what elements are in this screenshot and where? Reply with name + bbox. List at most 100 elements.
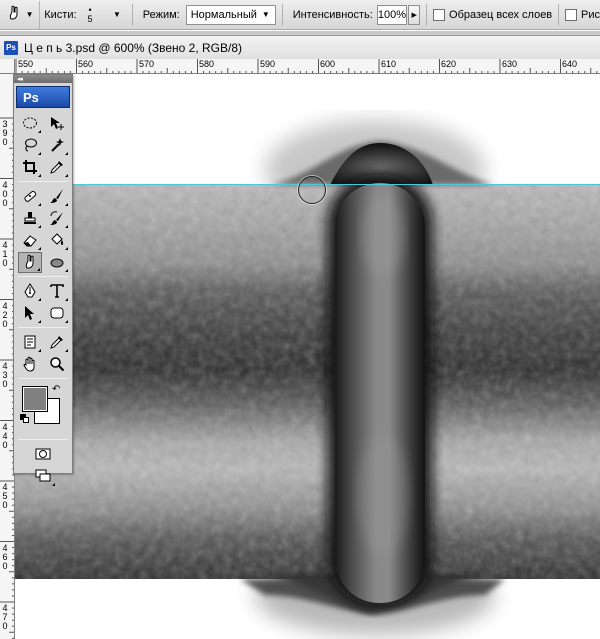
chevron-down-icon: ▼ (113, 10, 121, 19)
brush-preview: • 5 (87, 5, 93, 24)
type-tool[interactable] (45, 281, 69, 302)
finger-painting-option[interactable]: Рис (564, 8, 600, 21)
paintbrush-icon (49, 189, 63, 203)
marquee-tool[interactable] (18, 113, 42, 134)
paint-bucket-tool[interactable] (45, 230, 69, 251)
clone-stamp-tool[interactable] (18, 208, 42, 229)
eyedropper-tool[interactable] (45, 157, 69, 178)
type-t-icon (49, 284, 64, 298)
healing-brush-tool[interactable] (18, 186, 42, 207)
smudge-finger-icon (6, 5, 22, 24)
canvas-image (15, 120, 600, 635)
photoshop-logo[interactable]: Ps (16, 86, 70, 108)
intensity-input[interactable]: 100% (376, 4, 408, 25)
tools-divider (18, 276, 68, 277)
bandage-icon (23, 190, 36, 202)
magic-wand-tool[interactable] (45, 135, 69, 156)
document-canvas[interactable] (15, 75, 600, 639)
tools-divider (18, 327, 68, 328)
intensity-slider-button[interactable]: ▶ (408, 4, 421, 25)
sample-all-layers-option[interactable]: Образец всех слоев (433, 8, 553, 21)
ruler-label: 470 (2, 603, 8, 631)
double-chevron-icon: ◂◂ (17, 76, 23, 83)
hand-icon (22, 356, 34, 372)
ruler-label: 390 (2, 119, 8, 147)
brush-tool[interactable] (45, 186, 69, 207)
brush-picker[interactable]: • 5 ▼ (83, 3, 126, 27)
ruler-label: 400 (2, 180, 8, 208)
screen-mode-icon (35, 469, 51, 482)
hand-tool[interactable] (18, 354, 42, 375)
pen-tool[interactable] (18, 281, 42, 302)
foreground-color-swatch[interactable] (22, 386, 48, 412)
panel-collapse-grip[interactable]: ◂◂ (14, 75, 72, 83)
eraser-icon (22, 235, 37, 247)
path-selection-tool[interactable] (18, 303, 42, 324)
options-divider (281, 3, 283, 26)
smudge-tool[interactable] (17, 251, 42, 273)
sample-all-layers-checkbox[interactable] (433, 8, 446, 21)
brush-cursor-circle (298, 176, 326, 204)
quick-mask-button[interactable] (30, 444, 56, 465)
tools-divider (18, 181, 68, 182)
magic-wand-icon (50, 138, 64, 152)
eyedropper-icon (49, 161, 63, 174)
tool-preset-picker[interactable]: ▼ (0, 0, 41, 29)
chevron-down-icon: ▼ (25, 10, 34, 19)
color-swatches: ↶ (14, 382, 72, 436)
elliptical-marquee-icon (22, 117, 37, 129)
stamp-icon (23, 212, 36, 224)
mode-select[interactable]: Нормальный ▼ (185, 4, 276, 25)
notes-tool[interactable] (18, 332, 42, 353)
finger-painting-label: Рис (580, 8, 600, 21)
document-tab[interactable]: Ps Ц е п ь 3.psd @ 600% (Звено 2, RGB/8) (0, 35, 600, 59)
document-tab-bar: Ps Ц е п ь 3.psd @ 600% (Звено 2, RGB/8) (0, 31, 600, 59)
dodge-tool[interactable] (45, 252, 69, 273)
crop-icon (22, 160, 37, 174)
mode-label: Режим: (142, 8, 180, 21)
mode-select-value: Нормальный (190, 8, 257, 21)
color-sampler-tool[interactable] (45, 332, 69, 353)
crop-tool[interactable] (18, 157, 42, 178)
move-tool[interactable] (45, 113, 69, 134)
document-title: Ц е п ь 3.psd @ 600% (Звено 2, RGB/8) (24, 40, 243, 55)
tools-panel: ◂◂ Ps ↶ (13, 74, 73, 486)
sample-all-layers-label: Образец всех слоев (449, 8, 553, 21)
dodge-icon (50, 258, 63, 268)
horizontal-ruler[interactable]: 550 560 570 580 590 600 610 620 630 640 (15, 59, 600, 74)
options-divider (131, 3, 133, 26)
tools-divider (18, 378, 68, 379)
brush-size-value: 5 (87, 13, 93, 24)
options-bar: ▼ Кисти: • 5 ▼ Режим: Нормальный ▼ Интен… (0, 0, 600, 30)
ruler-label: 460 (2, 543, 8, 571)
shape-tool[interactable] (45, 303, 69, 324)
swap-colors-icon[interactable]: ↶ (52, 384, 60, 395)
ruler-label: 430 (2, 361, 8, 389)
default-colors-icon[interactable] (20, 414, 30, 424)
intensity-label: Интенсивность: (292, 8, 373, 21)
move-arrow-icon (50, 117, 64, 130)
eraser-tool[interactable] (18, 230, 42, 251)
psd-file-icon: Ps (4, 40, 18, 55)
ruler-label: 410 (2, 240, 8, 268)
finger-painting-checkbox[interactable] (564, 8, 577, 21)
lasso-icon (24, 138, 37, 152)
options-divider (426, 3, 428, 26)
magnifier-icon (49, 357, 64, 372)
smudge-finger-icon (25, 254, 33, 269)
zoom-tool[interactable] (45, 354, 69, 375)
history-brush-icon (49, 211, 63, 225)
ruler-label: 420 (2, 301, 8, 329)
rounded-rectangle-icon (50, 307, 63, 319)
chevron-down-icon: ▼ (261, 10, 270, 19)
eyedropper-icon (49, 336, 63, 349)
ruler-origin[interactable] (0, 59, 15, 74)
brushes-label: Кисти: (44, 8, 77, 21)
lasso-tool[interactable] (18, 135, 42, 156)
ruler-label: 450 (2, 482, 8, 510)
options-divider (558, 3, 559, 26)
tools-divider (18, 439, 68, 440)
screen-mode-button[interactable] (30, 466, 56, 487)
history-brush-tool[interactable] (45, 208, 69, 229)
pen-nib-icon (23, 283, 36, 298)
